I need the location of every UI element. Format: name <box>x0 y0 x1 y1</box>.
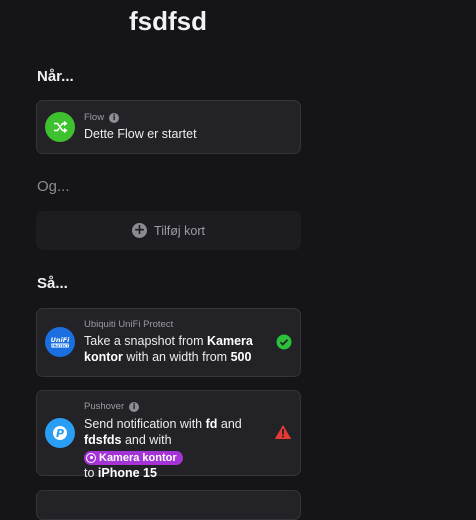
trigger-app-label: Flow <box>84 112 105 123</box>
svg-text:P: P <box>56 427 64 440</box>
action-1-app-label: Ubiquiti UniFi Protect <box>84 319 174 330</box>
action-2-app-name: Pushover i <box>84 401 140 412</box>
action-card-unifi[interactable]: UniFi PROTECT Ubiquiti UniFi Protect Tak… <box>36 308 301 377</box>
trigger-card[interactable]: Flow i Dette Flow er startet <box>36 100 301 154</box>
camera-tag-icon <box>86 452 96 463</box>
trigger-app-name: Flow i <box>84 112 120 123</box>
camera-tag[interactable]: Kamera kontor <box>84 450 183 465</box>
action-1-app-name: Ubiquiti UniFi Protect <box>84 319 173 330</box>
text-segment: to <box>84 465 98 480</box>
svg-text:PROTECT: PROTECT <box>51 344 69 348</box>
action-2-text: Send notification with fd and fdsfds and… <box>84 416 272 481</box>
plus-icon: + <box>132 222 148 238</box>
add-card-button[interactable]: + Tilføj kort <box>36 211 301 250</box>
text-segment: with an width from <box>122 350 231 364</box>
action-2-app-label: Pushover <box>84 401 125 412</box>
action-card-pushover[interactable]: P Pushover i Send notification with fd a… <box>36 390 301 480</box>
device-token[interactable]: iPhone 15 <box>98 466 157 480</box>
trigger-text: Dette Flow er startet <box>84 127 197 141</box>
action-1-text: Take a snapshot from Kamera kontor with … <box>84 333 272 365</box>
info-icon[interactable]: i <box>109 112 120 123</box>
section-then-heading: Så... <box>37 275 68 292</box>
info-icon[interactable]: i <box>129 401 140 412</box>
text-segment: and <box>217 417 242 431</box>
add-card-label: Tilføj kort <box>154 223 205 238</box>
flow-title[interactable]: fsdfsd <box>0 6 336 37</box>
text-segment: and with <box>121 433 172 447</box>
text-segment: Take a snapshot from <box>84 334 207 348</box>
text-segment: Send notification with <box>84 417 206 431</box>
section-when-heading: Når... <box>37 68 74 85</box>
unifi-protect-icon: UniFi PROTECT <box>45 327 75 357</box>
message-token[interactable]: fdsfds <box>84 433 122 447</box>
width-token[interactable]: 500 <box>231 350 252 364</box>
action-card-partial[interactable] <box>36 490 301 520</box>
section-and-heading: Og... <box>37 178 70 195</box>
flow-shuffle-icon <box>45 112 75 142</box>
success-check-icon <box>276 334 292 355</box>
svg-text:UniFi: UniFi <box>51 336 71 344</box>
pushover-icon: P <box>45 418 75 448</box>
title-token[interactable]: fd <box>206 417 218 431</box>
camera-tag-label: Kamera kontor <box>99 451 177 464</box>
warning-icon <box>274 424 292 445</box>
